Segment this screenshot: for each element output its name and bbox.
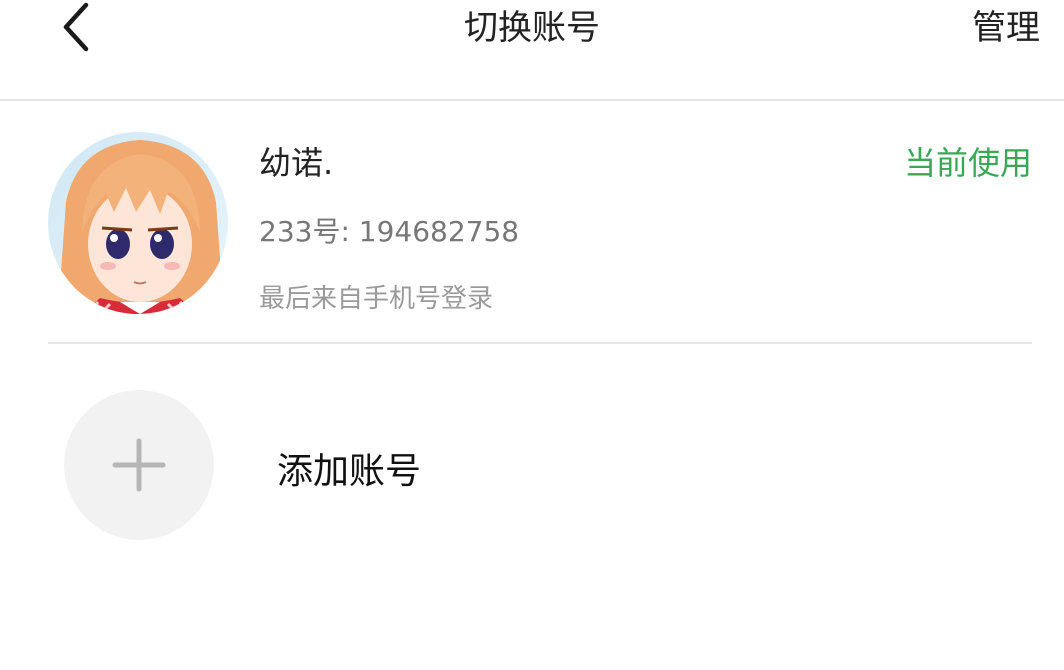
add-account-circle [64, 390, 214, 540]
plus-icon [112, 438, 166, 492]
last-login-source: 最后来自手机号登录 [259, 284, 494, 314]
add-account-button[interactable]: 添加账号 [64, 390, 1032, 540]
header: 切换账号 管理 [0, 0, 1064, 101]
page-title: 切换账号 [464, 8, 600, 48]
manage-button[interactable]: 管理 [972, 4, 1040, 52]
current-account-badge: 当前使用 [903, 144, 1032, 182]
switch-account-page: 切换账号 管理 幼诺. 当前使用 233号: 194682758 最后来自手机号… [0, 0, 1064, 670]
account-name: 幼诺. [259, 144, 334, 182]
account-id: 233号: 194682758 [259, 215, 520, 248]
avatar [48, 132, 228, 314]
account-item[interactable]: 幼诺. 当前使用 233号: 194682758 最后来自手机号登录 [48, 102, 1032, 344]
add-account-label: 添加账号 [277, 451, 422, 492]
